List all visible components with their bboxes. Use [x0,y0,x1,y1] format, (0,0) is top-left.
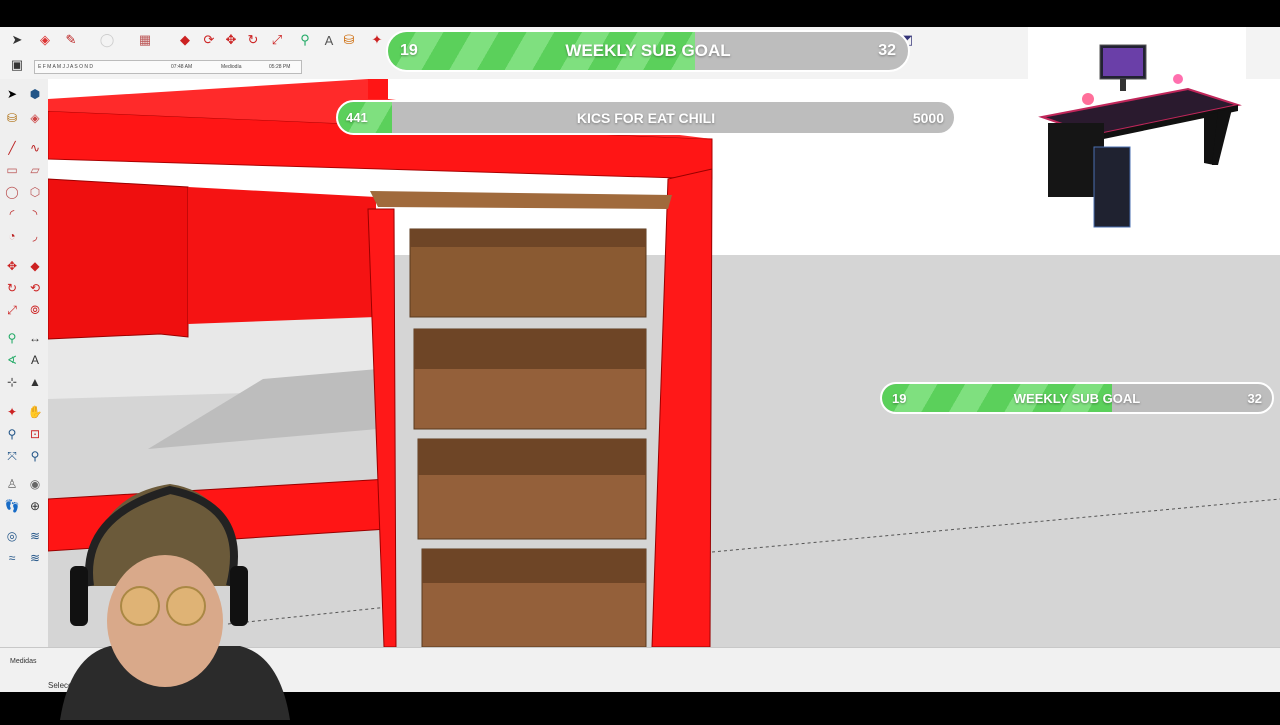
pan-icon[interactable]: ✋ [26,403,44,421]
desk-apron-left [48,178,189,340]
position-camera-icon[interactable]: ♙ [3,475,21,493]
select-icon[interactable]: ➤ [3,85,21,103]
shadow-settings-strip[interactable]: E F M A M J J A S O N D 07:48 AM Mediodí… [34,60,302,74]
3d-text-icon[interactable]: ▲ [26,373,44,391]
desk-apron-right [188,187,376,324]
eraser-icon[interactable]: ◈ [36,31,54,49]
shadows-icon[interactable]: ▣ [8,56,26,74]
shadow-months: E F M A M J J A S O N D [38,64,94,70]
shadow-time-end: 05:28 PM [269,64,291,70]
three-point-arc-icon[interactable]: ◞ [26,227,44,245]
rotate-icon[interactable]: ↻ [3,279,21,297]
rectangle-icon[interactable]: ▦ [136,31,154,49]
shadow-mid-label: Mediodía [221,64,242,70]
polygon-icon[interactable]: ⬡ [26,183,44,201]
goal-title: WEEKLY SUB GOAL [565,41,731,60]
smoove-icon[interactable]: ≈ [3,549,21,567]
drawer-cabinet-top [370,191,672,209]
webcam-figure [60,484,290,720]
goal-title: KICS FOR EAT CHILI [576,109,716,126]
drawer-4 [421,548,647,647]
drawer-2 [413,328,647,430]
paint-icon[interactable]: ⛁ [3,109,21,127]
rectangle-icon[interactable]: ▭ [3,161,21,179]
kicks-goal-bar: 441 KICS FOR EAT CHILI 5000 [336,100,956,135]
text-icon[interactable]: A [26,351,44,369]
shapes-icon[interactable]: ◯ [98,31,116,49]
text-icon[interactable]: A [320,31,338,49]
line-icon[interactable]: ╱ [3,139,21,157]
tape-measure-icon[interactable]: ⚲ [3,329,21,347]
sandbox-icon[interactable]: ◎ [3,527,21,545]
shadow-time-start: 07:48 AM [171,64,193,70]
arc-icon[interactable]: ◜ [3,205,21,223]
move-icon[interactable]: ✥ [222,31,240,49]
walk-icon[interactable]: 👣 [3,497,21,515]
weekly-sub-goal-bar: 19 WEEKLY SUB GOAL 32 [386,30,910,72]
two-point-arc-icon[interactable]: ◝ [26,205,44,223]
zoom-icon[interactable]: ⚲ [3,425,21,443]
goal-target: 32 [878,42,896,59]
rotate-icon[interactable]: ↻ [244,31,262,49]
paint-bucket-icon[interactable]: ⛁ [340,31,358,49]
scale-icon[interactable]: ⤢ [268,31,286,49]
freehand-icon[interactable]: ∿ [26,139,44,157]
back-leg [368,79,388,99]
drawer-1 [409,228,647,318]
push-pull-icon[interactable]: ◆ [26,257,44,275]
orbit-icon[interactable]: ✦ [3,403,21,421]
select-arrow-icon[interactable]: ➤ [8,31,26,49]
circle-icon[interactable]: ◯ [3,183,21,201]
zoom-window-icon[interactable]: ⊡ [26,425,44,443]
rotated-rect-icon[interactable]: ▱ [26,161,44,179]
orbit-icon[interactable]: ✦ [368,31,386,49]
offset-icon[interactable]: ⟳ [200,31,218,49]
measurements-label: Medidas [10,658,37,665]
axis-line [711,498,1280,553]
weekly-sub-goal-side-bar: 19 WEEKLY SUB GOAL 32 [880,382,1274,414]
scale-icon[interactable]: ⤢ [3,301,21,319]
move-icon[interactable]: ✥ [3,257,21,275]
eraser-icon[interactable]: ◈ [26,109,44,127]
streamer-webcam [40,476,300,720]
push-pull-icon[interactable]: ◆ [176,31,194,49]
pencil-icon[interactable]: ✎ [62,31,80,49]
gaming-desk-illustration [1038,44,1242,228]
previous-view-icon[interactable]: ⚲ [26,447,44,465]
dimension-icon[interactable]: ↔ [26,329,44,347]
reference-desk-image [1028,27,1246,245]
offset-icon[interactable]: ⦾ [26,301,44,319]
goal-title: WEEKLY SUB GOAL [1013,390,1141,406]
tape-measure-icon[interactable]: ⚲ [296,31,314,49]
right-leg [651,168,713,647]
goal-target: 32 [1247,390,1262,406]
follow-me-icon[interactable]: ⟲ [26,279,44,297]
pie-icon[interactable]: ◔ [3,227,21,245]
goal-target: 5000 [912,109,944,126]
zoom-extents-icon[interactable]: ⤧ [3,447,21,465]
drawer-3 [417,438,647,540]
protractor-icon[interactable]: ∢ [3,351,21,369]
axes-icon[interactable]: ⊹ [3,373,21,391]
component-icon[interactable]: ⬢ [26,85,44,103]
